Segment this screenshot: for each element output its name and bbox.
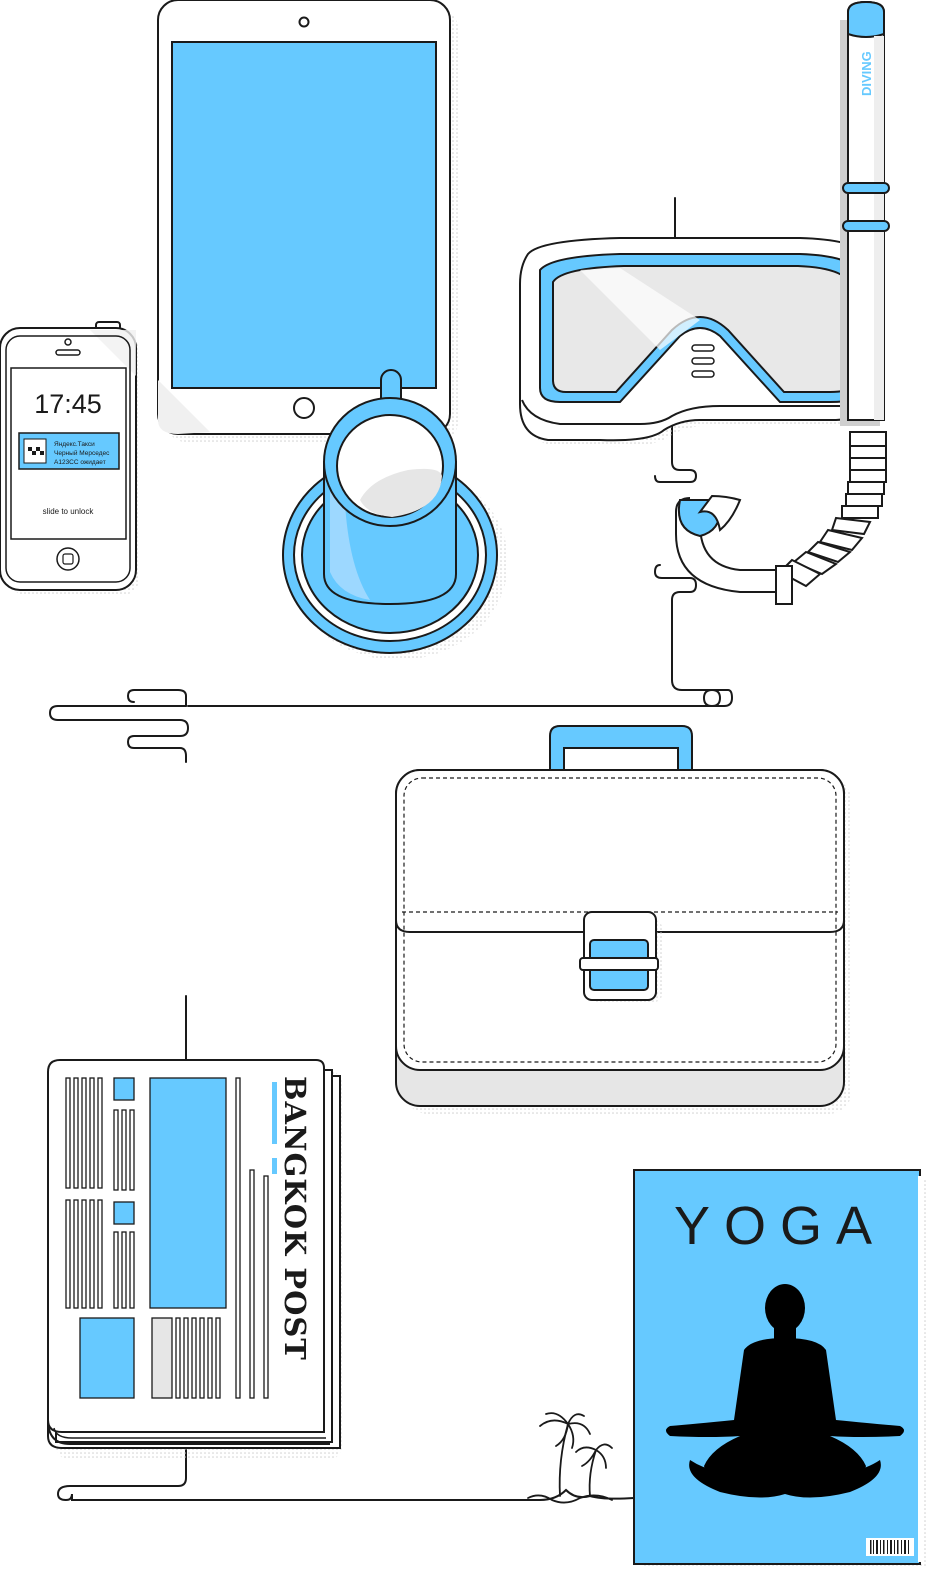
newspaper-icon: BANGKOK POST [47,1059,342,1460]
briefcase-icon [395,725,852,1114]
phone-time: 17:45 [34,389,102,419]
diving-mask-icon [519,237,886,447]
phone-notification-line-1: Яндекс.Такси [54,441,95,448]
snorkel-label: DIVING [859,51,874,96]
tablet-icon [157,0,458,442]
travel-illustration: 17:45 Яндекс.Такси Черный Мерседес А123С… [0,0,928,1568]
phone-unlock-text: slide to unlock [43,507,95,516]
phone-notification-line-3: А123СС ожидает [54,459,106,466]
palm-tree-icon [527,1412,613,1504]
tablet-home-button [293,397,315,419]
phone-home-button [56,547,80,571]
book-title: YOGA [674,1196,886,1256]
barcode [866,1538,914,1556]
smartphone-icon: 17:45 Яндекс.Такси Черный Мерседес А123С… [0,321,140,596]
newspaper-masthead: BANGKOK POST [278,1076,312,1361]
yoga-book-icon: YOGA [633,1169,928,1568]
phone-notification-line-2: Черный Мерседес [54,449,110,457]
